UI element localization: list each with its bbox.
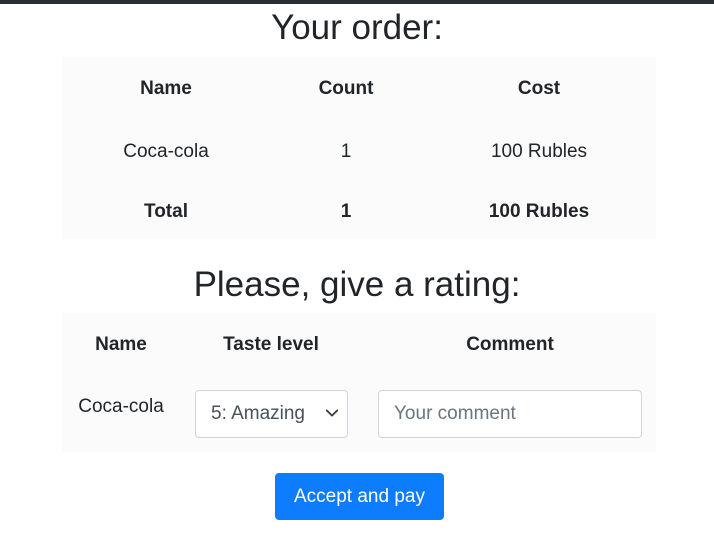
comment-input[interactable]: Your comment [378, 390, 642, 438]
rating-title: Please, give a rating: [193, 265, 521, 304]
order-total-cost: 100 Rubles [488, 201, 590, 222]
order-total-label: Total [144, 201, 188, 222]
rating-table: Name Taste level Comment Coca-cola 5: Am… [62, 313, 656, 452]
order-header-name: Name [140, 78, 192, 99]
rating-header-taste: Taste level [223, 334, 319, 355]
order-header-count: Count [318, 78, 374, 99]
rating-item-name: Coca-cola [78, 396, 164, 417]
order-title: Your order: [271, 8, 443, 47]
accept-and-pay-button[interactable]: Accept and pay [275, 473, 444, 520]
order-item-cost: 100 Rubles [490, 141, 588, 162]
order-header-cost: Cost [517, 78, 561, 99]
top-bar [0, 0, 714, 4]
rating-header-comment: Comment [466, 334, 554, 355]
order-item-count: 1 [340, 141, 352, 162]
taste-level-select[interactable]: 5: Amazing [195, 390, 348, 438]
order-table: Name Count Cost Coca-cola 1 100 Rubles T… [62, 57, 656, 239]
order-item-name: Coca-cola [123, 141, 209, 162]
order-total-count: 1 [340, 201, 352, 222]
chevron-down-icon [325, 409, 339, 417]
taste-level-value: 5: Amazing [211, 403, 305, 424]
comment-placeholder: Your comment [394, 403, 516, 424]
rating-header-name: Name [95, 334, 147, 355]
